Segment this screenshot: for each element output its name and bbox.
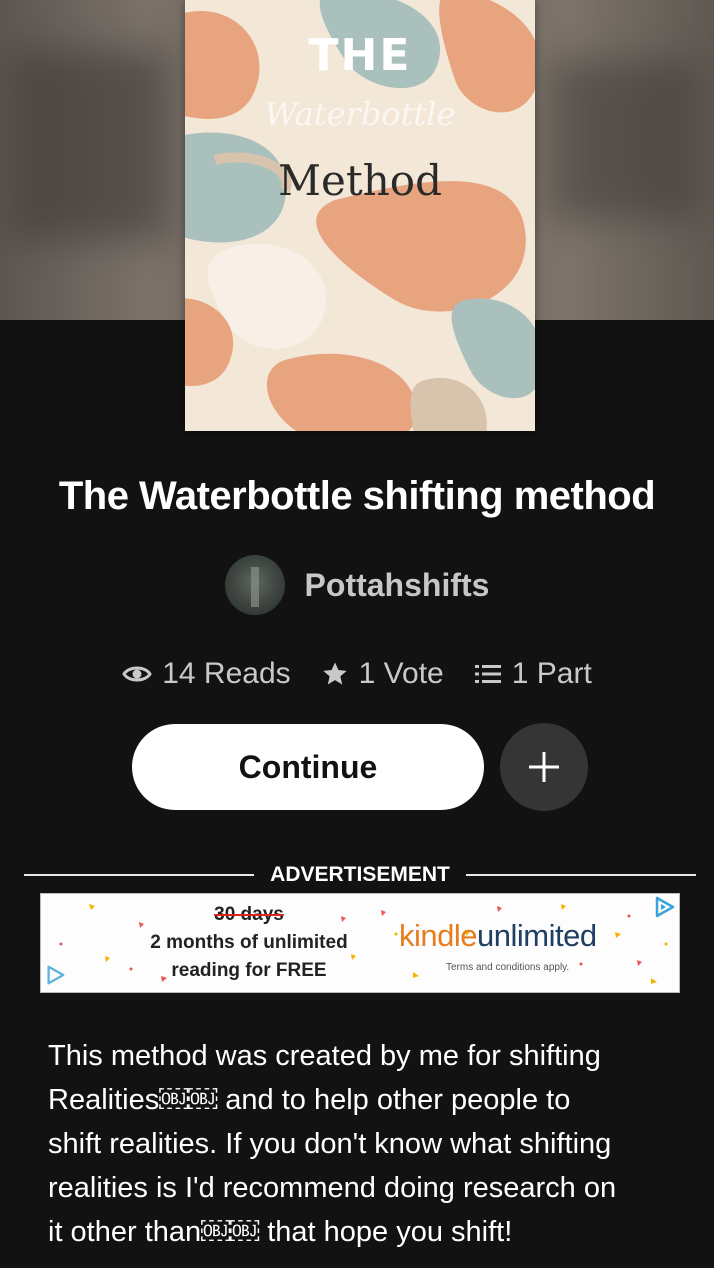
- add-to-library-button[interactable]: [500, 723, 588, 811]
- divider-line-right: [465, 874, 696, 876]
- ad-offer-line2: reading for FREE: [171, 960, 327, 981]
- author-name[interactable]: Pottahshifts: [305, 567, 490, 604]
- advertisement-divider: ADVERTISEMENT: [24, 858, 696, 892]
- votes-count: 1 Vote: [358, 657, 444, 690]
- advertisement-label: ADVERTISEMENT: [270, 863, 450, 886]
- cover-title-method: Method: [278, 156, 442, 205]
- ad-offer-line1: 2 months of unlimited: [150, 932, 348, 953]
- divider-line-left: [24, 874, 255, 876]
- reads-stat: 14 Reads: [122, 657, 291, 691]
- description-line: shift realities. If you don't know what …: [48, 1128, 612, 1160]
- list-icon: [474, 665, 501, 683]
- cover-title-the: THE: [308, 30, 412, 81]
- description-line: This method was created by me for shifti…: [48, 1040, 601, 1072]
- story-stats: 14 Reads 1 Vote 1 Part: [0, 652, 714, 696]
- eye-icon: [122, 666, 152, 682]
- backdrop-blur-right: [550, 60, 700, 220]
- ad-banner[interactable]: 30 days 2 months of unlimited reading fo…: [40, 893, 680, 993]
- description-line: realities is I'd recommend doing researc…: [48, 1172, 617, 1204]
- reads-count: 14 Reads: [162, 657, 291, 690]
- adchoices-small-icon[interactable]: [44, 964, 66, 986]
- story-title: The Waterbottle shifting method: [58, 474, 656, 518]
- description-line: it other than￼￼ that hope you shift!: [48, 1216, 513, 1248]
- kindle-unlimited-logo: kindleunlimited: [399, 918, 597, 954]
- author-link[interactable]: Pottahshifts: [0, 555, 714, 615]
- backdrop-blur-left: [10, 50, 170, 240]
- star-icon: [322, 662, 347, 685]
- story-description: This method was created by me for shifti…: [48, 1034, 688, 1254]
- avatar[interactable]: [224, 555, 285, 615]
- ad-brand-unlimited: unlimited: [477, 918, 597, 953]
- continue-reading-button[interactable]: Continue: [132, 724, 484, 810]
- adchoices-icon[interactable]: [652, 895, 676, 919]
- parts-count: 1 Part: [511, 657, 592, 690]
- plus-icon: [529, 752, 559, 782]
- story-cover[interactable]: THE Waterbottle Method: [185, 0, 535, 431]
- parts-stat: 1 Part: [474, 657, 592, 691]
- cover-title-waterbottle: Waterbottle: [264, 95, 456, 133]
- ad-strikethrough-text: 30 days: [214, 904, 284, 925]
- votes-stat: 1 Vote: [321, 657, 444, 691]
- description-line: Realities￼￼ and to help other people to: [48, 1084, 571, 1116]
- ad-brand-kindle: kindle: [399, 918, 478, 953]
- ad-terms-text: Terms and conditions apply.: [446, 962, 570, 973]
